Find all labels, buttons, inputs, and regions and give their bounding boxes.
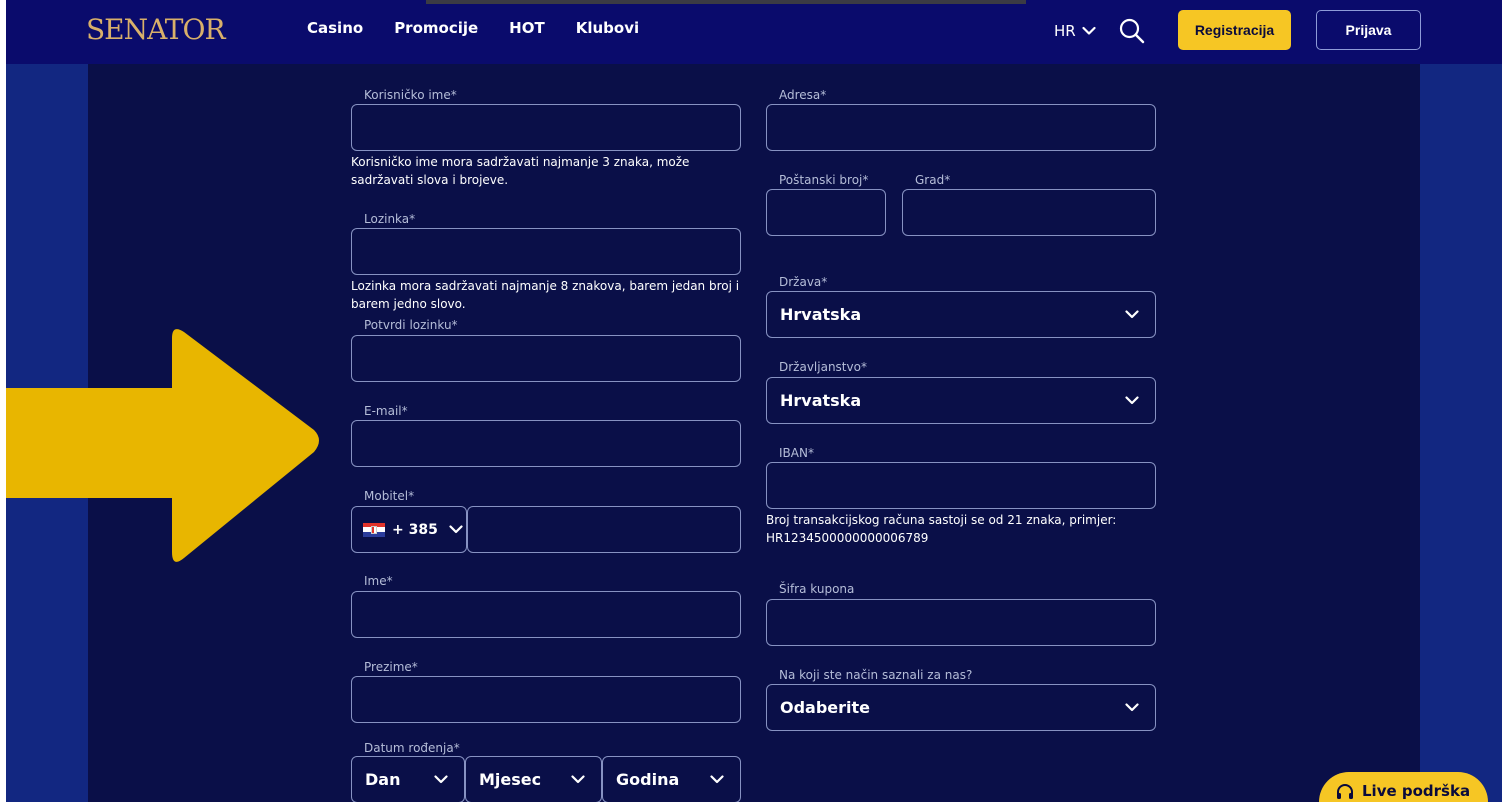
country-select[interactable]: Hrvatska [766,291,1156,338]
referral-label: Na koji ste način saznali za nas? [779,668,973,682]
country-code-value: + 385 [392,521,438,538]
email-input[interactable] [351,420,741,467]
country-label: Država* [779,275,828,289]
citizenship-value: Hrvatska [780,391,862,410]
password-help: Lozinka mora sadržavati najmanje 8 znako… [351,279,740,311]
croatia-flag-icon [363,522,385,537]
confirm-password-label: Potvrdi lozinku* [364,318,458,332]
nav-hot[interactable]: HOT [509,19,545,37]
login-button[interactable]: Prijava [1316,10,1421,50]
country-code-select[interactable]: + 385 [351,506,467,553]
referral-select[interactable]: Odaberite [766,684,1156,731]
chevron-down-icon [434,775,448,784]
headset-icon [1337,784,1353,799]
password-input[interactable] [351,228,741,275]
chevron-down-icon [449,525,463,534]
search-icon[interactable] [1118,17,1146,45]
city-label: Grad* [915,173,951,187]
nav-promocije[interactable]: Promocije [394,19,478,37]
citizenship-label: Državljanstvo* [779,360,867,374]
yellow-arrow-icon [6,329,319,562]
iban-label: IBAN* [779,446,814,460]
mobile-input[interactable] [467,506,741,553]
register-button[interactable]: Registracija [1178,10,1291,50]
last-name-input[interactable] [351,676,741,723]
postal-code-label: Poštanski broj* [779,173,869,187]
last-name-label: Prezime* [364,660,418,674]
main-nav: Casino Promocije HOT Klubovi [307,19,639,37]
language-selector[interactable]: HR [1054,22,1096,40]
birth-date-label: Datum rođenja* [364,741,460,755]
password-label: Lozinka* [364,212,416,226]
senator-logo[interactable]: SENATOR [86,13,226,46]
header-top-line [426,0,1026,4]
mobile-label: Mobitel* [364,489,415,503]
live-support-button[interactable]: Live podrška [1319,772,1488,802]
first-name-label: Ime* [364,574,393,588]
birth-year-select[interactable]: Godina [602,756,741,802]
chevron-down-icon [1125,396,1139,405]
confirm-password-input[interactable] [351,335,741,382]
iban-help: Broj transakcijskog računa sastoji se od… [766,513,1117,545]
nav-casino[interactable]: Casino [307,19,363,37]
username-input[interactable] [351,104,741,151]
chevron-down-icon [1125,310,1139,319]
chevron-down-icon [571,775,585,784]
citizenship-select[interactable]: Hrvatska [766,377,1156,424]
first-name-input[interactable] [351,591,741,638]
browser-frame: SENATOR Casino Promocije HOT Klubovi HR … [6,0,1502,802]
coupon-label: Šifra kupona [779,582,855,596]
birth-day-value: Dan [365,770,401,789]
email-label: E-mail* [364,404,408,418]
iban-input[interactable] [766,462,1156,509]
referral-value: Odaberite [780,698,871,717]
birth-month-select[interactable]: Mjesec [465,756,602,802]
postal-code-input[interactable] [766,189,886,236]
top-header: SENATOR Casino Promocije HOT Klubovi HR … [6,0,1502,64]
username-help: Korisničko ime mora sadržavati najmanje … [351,155,690,187]
chevron-down-icon [1125,703,1139,712]
country-value: Hrvatska [780,305,862,324]
coupon-input[interactable] [766,599,1156,646]
language-label: HR [1054,22,1076,40]
address-input[interactable] [766,104,1156,151]
nav-klubovi[interactable]: Klubovi [576,19,639,37]
birth-year-value: Godina [616,770,680,789]
chevron-down-icon [1082,26,1096,35]
username-label: Korisničko ime* [364,88,457,102]
chevron-down-icon [710,775,724,784]
birth-month-value: Mjesec [479,770,542,789]
address-label: Adresa* [779,88,827,102]
birth-day-select[interactable]: Dan [351,756,465,802]
city-input[interactable] [902,189,1156,236]
live-support-label: Live podrška [1362,782,1471,800]
